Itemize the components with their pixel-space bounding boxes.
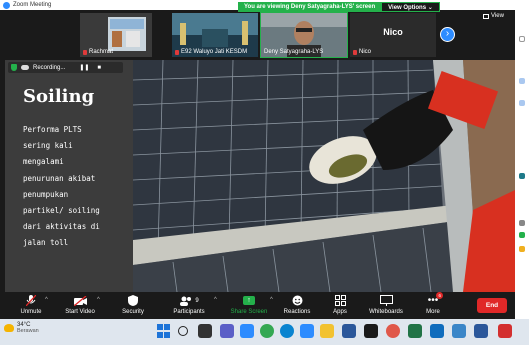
slide-line: jalan toll xyxy=(23,238,69,248)
word-doc-icon[interactable] xyxy=(474,324,488,338)
slide-line: penumpukan xyxy=(23,189,69,199)
search-icon[interactable] xyxy=(178,326,188,336)
panel-icon xyxy=(519,173,525,179)
window-title: Zoom Meeting xyxy=(13,2,52,8)
start-video-button[interactable]: Start Video xyxy=(60,294,100,315)
security-button[interactable]: Security xyxy=(118,294,148,315)
app-icon[interactable] xyxy=(364,324,378,338)
participant-tile-waluyo[interactable]: E92 Waluyo Jati KESDM xyxy=(172,13,258,57)
muted-mic-icon xyxy=(353,49,357,55)
chevron-right-icon: › xyxy=(445,28,450,39)
zoom-window: Zoom Meeting You are viewing Deny Satyag… xyxy=(0,0,529,345)
view-button[interactable]: View xyxy=(483,13,504,19)
panel-icon xyxy=(519,78,525,84)
more-button[interactable]: ••• 6 More xyxy=(420,292,446,315)
weather-icon xyxy=(4,324,14,332)
pause-recording-button[interactable]: ❚❚ xyxy=(79,64,89,71)
whiteboards-button[interactable]: Whiteboards xyxy=(366,294,406,315)
viewing-screen-label: You are viewing Deny Satyagraha-LYS' scr… xyxy=(238,2,382,12)
solar-panel-photo xyxy=(133,60,515,292)
view-options-button[interactable]: View Options ⌄ xyxy=(381,2,440,12)
edge-icon[interactable] xyxy=(280,324,294,338)
participant-tile-deny[interactable]: Deny Satyagraha-LYS xyxy=(260,12,348,58)
reactions-icon xyxy=(282,294,312,307)
end-meeting-button[interactable]: End xyxy=(477,298,507,313)
side-panel-edge xyxy=(515,10,529,320)
apps-button[interactable]: Apps xyxy=(328,294,352,315)
panel-icon xyxy=(519,220,525,226)
slide-line: sering kali xyxy=(23,141,73,151)
chrome-icon[interactable] xyxy=(260,324,274,338)
participants-button[interactable]: 9 Participants xyxy=(170,294,208,315)
slide-line: penurunan akibat xyxy=(23,173,96,183)
slide-line: mengalami xyxy=(23,157,64,167)
photos-icon[interactable] xyxy=(386,324,400,338)
participant-big-name: Nico xyxy=(383,27,403,37)
next-page-button[interactable]: › xyxy=(440,27,455,42)
mail-icon[interactable] xyxy=(430,324,444,338)
solar-panel-image xyxy=(133,60,515,292)
slide-line: partikel/ soiling xyxy=(23,206,100,216)
photos-app-icon[interactable] xyxy=(452,324,466,338)
shield-icon xyxy=(11,64,17,71)
participants-count: 9 xyxy=(195,297,199,304)
chat-icon[interactable] xyxy=(220,324,234,338)
slide-text-panel: Recording... ❚❚ ■ Soiling Performa PLTS … xyxy=(5,60,133,292)
muted-mic-icon xyxy=(175,49,179,55)
participant-name: Nico xyxy=(353,49,371,55)
slide-title: Soiling xyxy=(23,86,95,107)
slide-body: Performa PLTS sering kali mengalami penu… xyxy=(23,122,131,252)
participant-strip: Rachmat E92 Waluyo Jati KESDM Deny Satya… xyxy=(0,10,515,58)
video-off-icon xyxy=(60,294,100,307)
file-explorer-icon[interactable] xyxy=(320,324,334,338)
weather-widget[interactable]: 34°C Berawan xyxy=(4,322,39,334)
slide-line: dari aktivitas di xyxy=(23,222,100,232)
zoom-app-icon xyxy=(3,1,10,9)
panel-icon xyxy=(519,246,525,252)
share-screen-button[interactable]: ↑ Share Screen xyxy=(228,294,270,315)
windows-start-icon[interactable] xyxy=(157,324,171,338)
excel-icon[interactable] xyxy=(408,324,422,338)
panel-icon xyxy=(519,232,525,238)
recording-indicator: Recording... ❚❚ ■ xyxy=(8,62,123,73)
windows-taskbar: 34°C Berawan xyxy=(0,319,529,345)
stop-recording-button[interactable]: ■ xyxy=(97,65,101,71)
participants-icon: 9 xyxy=(170,294,208,307)
participant-name: Deny Satyagraha-LYS xyxy=(264,49,324,55)
more-dots-icon: ••• 6 xyxy=(420,292,446,307)
share-screen-icon: ↑ xyxy=(228,294,270,307)
whiteboard-icon xyxy=(366,294,406,307)
slide-line: Performa PLTS xyxy=(23,125,82,134)
cloud-recording-icon xyxy=(21,65,29,70)
unmute-button[interactable]: Unmute xyxy=(14,294,48,315)
zoom-taskbar-icon[interactable] xyxy=(240,324,254,338)
meeting-toolbar: Unmute ^ Start Video ^ Security 9 Partic… xyxy=(0,292,515,319)
muted-mic-icon xyxy=(14,294,48,307)
audio-options-caret-icon[interactable]: ^ xyxy=(45,297,48,303)
panel-icon xyxy=(519,100,525,106)
share-caret-icon[interactable]: ^ xyxy=(270,297,273,303)
participant-tile-rachmat[interactable]: Rachmat xyxy=(80,13,152,57)
pdf-reader-icon[interactable] xyxy=(498,324,512,338)
participant-tile-nico[interactable]: Nico Nico xyxy=(350,13,436,57)
screen-share-banner: You are viewing Deny Satyagraha-LYS' scr… xyxy=(238,2,440,12)
participant-name: E92 Waluyo Jati KESDM xyxy=(175,49,247,55)
shield-icon xyxy=(118,294,148,307)
reactions-button[interactable]: Reactions xyxy=(282,294,312,315)
task-view-icon[interactable] xyxy=(198,324,212,338)
video-options-caret-icon[interactable]: ^ xyxy=(97,297,100,303)
word-icon[interactable] xyxy=(342,324,356,338)
participant-name: Rachmat xyxy=(83,49,113,55)
participants-caret-icon[interactable]: ^ xyxy=(214,297,217,303)
zoom-alt-icon[interactable] xyxy=(300,324,314,338)
muted-mic-icon xyxy=(83,49,87,55)
shared-screen: Recording... ❚❚ ■ Soiling Performa PLTS … xyxy=(5,60,515,292)
panel-icon xyxy=(519,36,525,42)
notification-badge: 6 xyxy=(436,292,444,299)
apps-icon xyxy=(328,294,352,307)
grid-view-icon xyxy=(483,13,489,19)
